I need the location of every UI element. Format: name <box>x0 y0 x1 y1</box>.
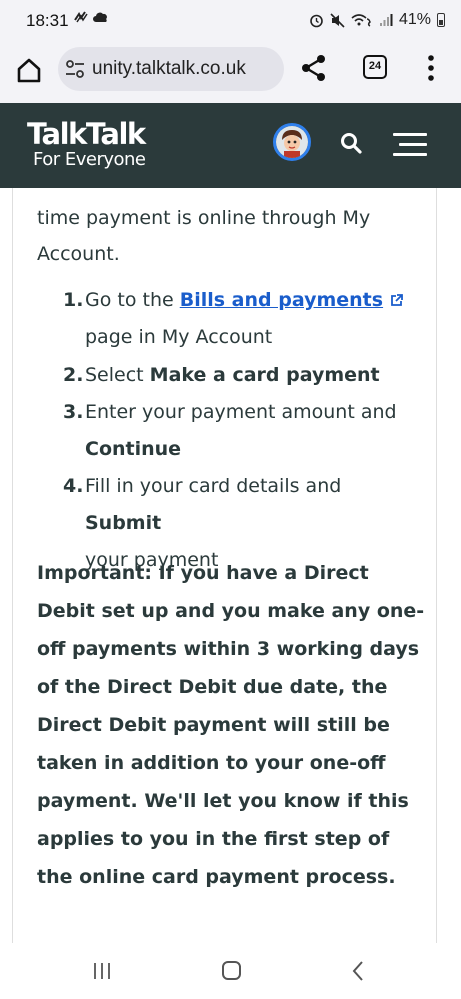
external-link-icon <box>391 294 403 306</box>
step-text-pre: Go to the <box>85 289 180 311</box>
logo-tagline: For Everyone <box>33 149 146 170</box>
browser-toolbar: unity.talktalk.co.uk 24 <box>0 42 461 103</box>
step-text-bold: Make a card payment <box>149 364 380 386</box>
back-icon[interactable] <box>351 960 365 982</box>
cloud-icon <box>93 12 108 22</box>
wifi-call-icon <box>351 13 371 27</box>
status-bar: 18:31 41% <box>0 0 461 42</box>
system-nav-bar <box>0 944 461 999</box>
status-left-icons <box>73 10 109 28</box>
home-nav-icon[interactable] <box>222 961 241 980</box>
search-icon[interactable] <box>340 132 362 154</box>
mute-icon <box>330 12 345 28</box>
url-text[interactable]: unity.talktalk.co.uk <box>92 58 278 80</box>
status-right: 41% <box>309 11 445 29</box>
step-text-pre: Enter your payment amount and <box>85 401 397 423</box>
hamburger-menu-icon[interactable] <box>393 133 427 156</box>
sync-icon <box>74 11 88 23</box>
step-number: 3. <box>63 401 84 423</box>
step-number: 1. <box>63 289 84 311</box>
site-header: TalkTalk For Everyone <box>0 103 461 188</box>
intro-paragraph: time payment is online through My Accoun… <box>37 207 371 265</box>
step-text-line2: page in My Account <box>85 326 273 348</box>
address-bar[interactable]: unity.talktalk.co.uk <box>58 47 284 91</box>
step-text-bold: Continue <box>85 438 182 460</box>
signal-icon <box>379 14 393 26</box>
more-options-icon[interactable] <box>423 53 439 83</box>
status-time: 18:31 <box>26 11 69 30</box>
step-text-bold: Submit <box>85 512 162 534</box>
battery-percent: 41% <box>398 11 431 28</box>
alarm-icon <box>310 14 323 27</box>
important-notice: Important: If you have a Direct Debit se… <box>37 562 425 888</box>
step-text-pre: Fill in your card details and <box>85 475 342 497</box>
article-content: time payment is online through My Accoun… <box>12 188 437 943</box>
site-settings-icon[interactable] <box>64 59 86 79</box>
avatar-face-icon <box>276 126 308 158</box>
logo-text[interactable]: TalkTalk <box>27 117 146 151</box>
step-text: Go to the Bills and payments page in My … <box>85 282 415 356</box>
step-number: 4. <box>63 475 84 497</box>
step-text: Enter your payment amount and Continue <box>85 394 415 468</box>
step-number: 2. <box>63 364 84 386</box>
recent-apps-icon[interactable] <box>92 961 112 981</box>
step-text-pre: Select <box>85 364 150 386</box>
tab-switcher-button[interactable]: 24 <box>363 55 387 79</box>
battery-icon <box>437 13 445 27</box>
step-text: Select Make a card payment <box>85 357 415 394</box>
home-icon[interactable] <box>14 55 44 85</box>
avatar[interactable] <box>273 123 311 161</box>
share-icon[interactable] <box>300 54 328 82</box>
bills-and-payments-link[interactable]: Bills and payments <box>180 289 383 311</box>
